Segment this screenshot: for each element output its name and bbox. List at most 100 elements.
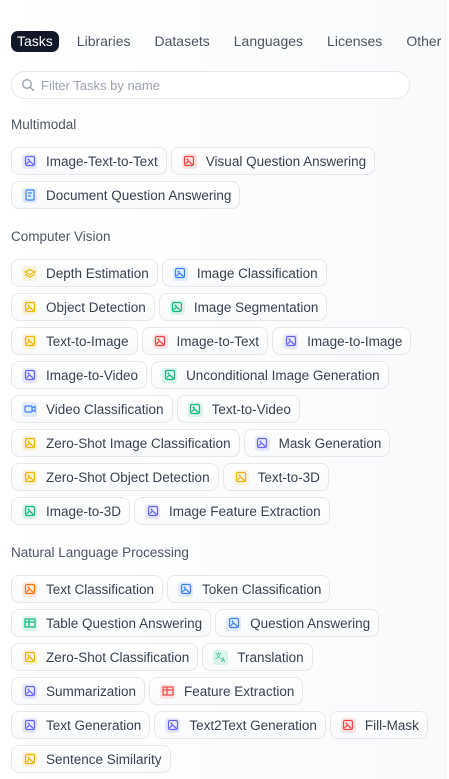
mask-icon bbox=[254, 435, 270, 451]
segmentation-icon bbox=[169, 299, 185, 315]
fill-mask-icon bbox=[340, 717, 356, 733]
task-chip-label: Image-Text-to-Text bbox=[46, 153, 158, 169]
task-chip[interactable]: Sentence Similarity bbox=[11, 745, 171, 773]
summarization-icon bbox=[22, 683, 37, 699]
task-chip[interactable]: Image Feature Extraction bbox=[134, 497, 330, 525]
nlp-task-list: Text Classification Token Classification T… bbox=[11, 575, 436, 773]
task-chip-label: Text2Text Generation bbox=[189, 717, 317, 733]
task-chip-label: Token Classification bbox=[202, 581, 322, 597]
layers-icon bbox=[22, 265, 37, 281]
task-chip-label: Zero-Shot Classification bbox=[46, 649, 190, 665]
task-chip-label: Image-to-Video bbox=[46, 367, 139, 383]
task-chip[interactable]: 文 A Translation bbox=[202, 643, 313, 671]
object-detection-icon bbox=[22, 299, 37, 315]
task-chip-label: Feature Extraction bbox=[184, 683, 295, 699]
computer-vision-task-list: Depth Estimation Image Classification Obje… bbox=[11, 259, 436, 525]
zero-shot-detection-icon bbox=[22, 469, 37, 485]
task-chip[interactable]: Image Classification bbox=[161, 259, 327, 287]
tab-datasets[interactable]: Datasets bbox=[149, 31, 216, 52]
search-icon bbox=[21, 78, 35, 92]
task-chip[interactable]: Image Segmentation bbox=[158, 293, 328, 321]
task-chip[interactable]: Mask Generation bbox=[243, 429, 391, 457]
task-chip-label: Translation bbox=[237, 649, 304, 665]
task-chip[interactable]: Token Classification bbox=[167, 575, 331, 603]
task-chip[interactable]: Image-to-Video bbox=[11, 361, 148, 389]
task-chip[interactable]: Summarization bbox=[11, 677, 146, 705]
task-chip[interactable]: Image-to-Text bbox=[141, 327, 269, 355]
task-chip-label: Image-to-Text bbox=[176, 333, 260, 349]
task-chip[interactable]: Visual Question Answering bbox=[170, 147, 376, 175]
image-text-icon bbox=[22, 153, 37, 169]
text-classification-icon bbox=[22, 581, 37, 597]
token-icon bbox=[178, 581, 194, 597]
task-chip[interactable]: Text-to-Image bbox=[11, 327, 138, 355]
task-chip-label: Visual Question Answering bbox=[205, 153, 367, 169]
text-to-3d-icon bbox=[233, 469, 249, 485]
task-chip[interactable]: Zero-Shot Classification bbox=[11, 643, 199, 671]
task-chip-label: Zero-Shot Image Classification bbox=[46, 435, 231, 451]
vqa-icon bbox=[181, 153, 197, 169]
similarity-icon bbox=[22, 751, 37, 767]
tab-licenses[interactable]: Licenses bbox=[321, 31, 388, 52]
multimodal-task-list: Image-Text-to-Text Visual Question Answer… bbox=[11, 147, 436, 209]
task-chip-label: Text Classification bbox=[46, 581, 155, 597]
tab-other[interactable]: Other bbox=[400, 31, 447, 52]
task-chip[interactable]: Feature Extraction bbox=[149, 677, 304, 705]
task-chip[interactable]: Image-to-Image bbox=[272, 327, 412, 355]
task-chip[interactable]: Video Classification bbox=[11, 395, 173, 423]
zero-shot-image-icon bbox=[22, 435, 37, 451]
task-chip-label: Sentence Similarity bbox=[46, 751, 162, 767]
task-chip[interactable]: Text-to-3D bbox=[222, 463, 329, 491]
task-chip-label: Video Classification bbox=[46, 401, 164, 417]
task-chip-label: Question Answering bbox=[250, 615, 371, 631]
task-chip-label: Fill-Mask bbox=[364, 717, 419, 733]
task-chip-label: Image-to-3D bbox=[46, 503, 122, 519]
task-chip[interactable]: Document Question Answering bbox=[11, 181, 241, 209]
image-classification-icon bbox=[172, 265, 188, 281]
task-chip-label: Image Classification bbox=[196, 265, 318, 281]
table-icon bbox=[160, 683, 176, 699]
task-chip-label: Zero-Shot Object Detection bbox=[46, 469, 210, 485]
task-chip[interactable]: Zero-Shot Image Classification bbox=[11, 429, 240, 457]
task-chip-label: Summarization bbox=[46, 683, 137, 699]
task-chip[interactable]: Text-to-Video bbox=[176, 395, 300, 423]
task-chip-label: Depth Estimation bbox=[46, 265, 149, 281]
document-icon bbox=[22, 187, 37, 203]
section-title-nlp: Natural Language Processing bbox=[11, 545, 189, 560]
tab-tasks[interactable]: Tasks bbox=[11, 31, 59, 52]
search-input[interactable] bbox=[41, 77, 391, 93]
task-chip-label: Text-to-Image bbox=[46, 333, 129, 349]
task-chip-label: Object Detection bbox=[46, 299, 146, 315]
task-chip-label: Text Generation bbox=[46, 717, 142, 733]
image-to-image-icon bbox=[283, 333, 299, 349]
task-chip[interactable]: Zero-Shot Object Detection bbox=[11, 463, 219, 491]
task-chip-label: Table Question Answering bbox=[46, 615, 203, 631]
task-chip[interactable]: Image-Text-to-Text bbox=[11, 147, 167, 175]
text-to-video-icon bbox=[187, 401, 203, 417]
task-chip[interactable]: Text Generation bbox=[11, 711, 151, 739]
text-generation-icon bbox=[22, 717, 37, 733]
task-chip-label: Text-to-3D bbox=[257, 469, 320, 485]
filter-tabs: Tasks Libraries Datasets Languages Licen… bbox=[11, 31, 447, 52]
task-chip[interactable]: Table Question Answering bbox=[11, 609, 212, 637]
task-chip[interactable]: Unconditional Image Generation bbox=[151, 361, 389, 389]
task-chip[interactable]: Image-to-3D bbox=[11, 497, 131, 525]
section-title-computer-vision: Computer Vision bbox=[11, 229, 111, 244]
feature-extraction-icon bbox=[145, 503, 161, 519]
task-chip[interactable]: Object Detection bbox=[11, 293, 155, 321]
text-to-image-icon bbox=[22, 333, 37, 349]
task-chip[interactable]: Text2Text Generation bbox=[154, 711, 326, 739]
table-icon bbox=[22, 615, 37, 631]
zero-shot-icon bbox=[22, 649, 37, 665]
tasks-panel: Tasks Libraries Datasets Languages Licen… bbox=[0, 0, 446, 779]
image-generation-icon bbox=[162, 367, 178, 383]
task-chip[interactable]: Fill-Mask bbox=[329, 711, 428, 739]
tab-libraries[interactable]: Libraries bbox=[71, 31, 137, 52]
task-chip[interactable]: Question Answering bbox=[215, 609, 380, 637]
task-chip[interactable]: Depth Estimation bbox=[11, 259, 158, 287]
image-to-video-icon bbox=[22, 367, 37, 383]
task-chip-label: Text-to-Video bbox=[211, 401, 291, 417]
tab-languages[interactable]: Languages bbox=[228, 31, 309, 52]
task-chip-label: Document Question Answering bbox=[46, 187, 232, 203]
task-chip[interactable]: Text Classification bbox=[11, 575, 164, 603]
